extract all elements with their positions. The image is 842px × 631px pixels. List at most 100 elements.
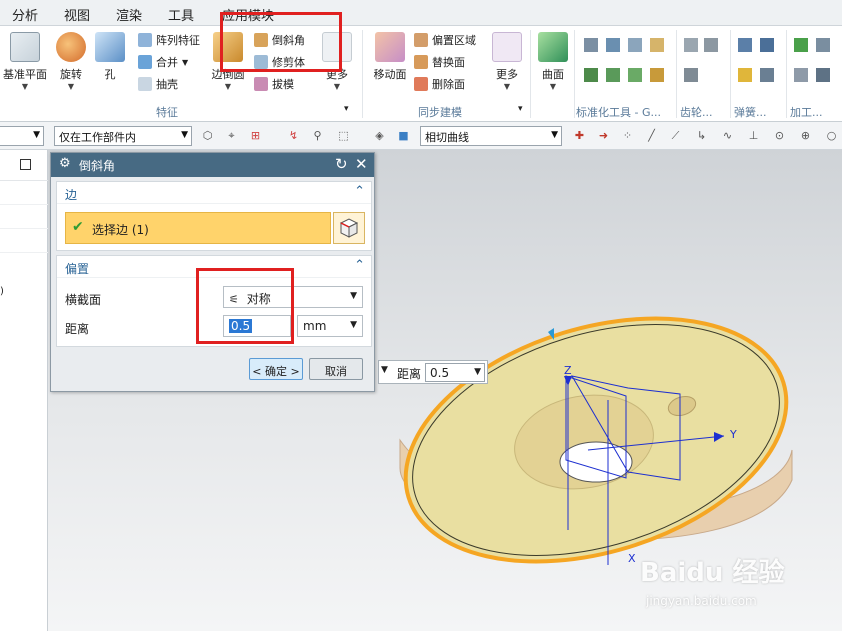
snap-icon[interactable]: ⊞ [248,128,263,143]
highlight-chamfer-button [220,12,342,72]
circle-icon[interactable]: ⊕ [798,128,813,143]
tool-icon[interactable] [606,68,620,82]
machining-icon[interactable] [816,38,830,52]
offset-region-icon [414,33,428,47]
cancel-button[interactable]: 取消 [309,358,363,380]
tool-icon[interactable] [650,68,664,82]
chevron-down-icon[interactable]: ▼ [381,365,388,375]
selection-toolbar: ▼ 仅在工作部件内 ▼ ⬡ ⌖ ⊞ ↯ ⚲ ⬚ ◈ ■ 相切曲线 ▼ ✚ ➜ ⁘… [0,122,842,150]
spring-icon[interactable] [738,68,752,82]
curve-rule-dropdown[interactable]: 相切曲线 ▼ [420,126,562,146]
floating-distance-label: 距离 [397,367,422,381]
shell-button[interactable]: 抽壳 [138,76,178,92]
group-divider [574,30,575,118]
move-face-button[interactable]: 移动面 [368,32,412,82]
machining-tools-icons[interactable] [794,38,838,88]
tool-icon[interactable] [584,38,598,52]
box-select-icon[interactable]: ⬚ [336,128,351,143]
spring-tools-icons[interactable] [738,38,778,88]
menu-tools[interactable]: 工具 [168,5,194,24]
more-sync-icon [492,32,522,62]
ok-button[interactable]: < 确定 > [249,358,303,380]
gear-tools-icons[interactable] [684,38,724,88]
menu-render[interactable]: 渲染 [116,5,142,24]
arc-icon[interactable]: ⊥ [746,128,761,143]
circle-center-icon[interactable]: ⊙ [772,128,787,143]
tool-icon[interactable] [606,38,620,52]
chevron-down-icon: ▼ [350,320,357,330]
draft-button[interactable]: 拔模 [254,76,294,92]
ribbon: 基准平面 ▼ 旋转 ▼ 孔 阵列特征 合并 ▼ 抽壳 边倒圆 ▼ 倒斜角 修剪体… [0,26,842,122]
distance-label: 距离 [65,322,90,336]
delete-face-button[interactable]: 删除面 [414,76,465,92]
select-edge-button[interactable] [333,212,365,244]
spring-icon[interactable] [738,38,752,52]
gear-icon[interactable] [704,38,718,52]
line-icon[interactable]: ╱ [644,128,659,143]
snap-icon[interactable]: ⬡ [200,128,215,143]
close-icon[interactable]: ✕ [355,155,368,173]
machining-icon[interactable] [816,68,830,82]
group-divider [530,30,531,118]
spline-icon[interactable]: ∿ [720,128,735,143]
spring-icon[interactable] [760,68,774,82]
group-machining-label: 加工... [790,106,823,119]
tool-icon[interactable] [650,38,664,52]
axis-z-label: Z [564,364,572,377]
pattern-feature-button[interactable]: 阵列特征 [138,32,200,48]
filter-dropdown[interactable]: ▼ [0,126,44,146]
surface-button[interactable]: 曲面 ▼ [536,32,570,91]
part-navigator-panel[interactable]: ) [0,150,48,631]
hole-button[interactable]: 孔 [94,32,126,82]
maximize-icon[interactable] [20,159,31,170]
cube-icon[interactable]: ■ [396,128,411,143]
tree-item-fragment[interactable]: ) [0,286,4,297]
arrow-right-icon[interactable]: ➜ [596,128,611,143]
reset-icon[interactable]: ↻ [335,155,348,173]
unite-button[interactable]: 合并 ▼ [138,54,188,70]
chevron-down-icon: ▼ [503,82,511,91]
snap-icon[interactable]: ◈ [372,128,387,143]
datum-plane-icon [10,32,40,62]
group-expand-icon[interactable]: ▾ [518,104,523,114]
chevron-down-icon: ▼ [474,367,481,377]
more-sync-button[interactable]: 更多 ▼ [490,32,524,91]
gear-icon[interactable]: ⚙ [59,156,71,171]
menu-view[interactable]: 视图 [64,5,90,24]
scope-dropdown[interactable]: 仅在工作部件内 ▼ [54,126,192,146]
floating-distance-field[interactable]: 0.5 ▼ [425,363,485,382]
tool-icon[interactable] [628,38,642,52]
offset-region-button[interactable]: 偏置区域 [414,32,476,48]
floating-distance-input[interactable]: ▼ 距离 0.5 ▼ [378,360,488,384]
unit-dropdown[interactable]: mm ▼ [297,315,363,337]
offset-region-label: 偏置区域 [432,34,476,47]
curve-icon[interactable]: ↳ [694,128,709,143]
gear-icon[interactable] [684,38,698,52]
snap-icon[interactable]: ↯ [286,128,301,143]
snap-icon[interactable]: ⌖ [224,128,239,143]
spring-icon[interactable] [760,38,774,52]
collapse-icon[interactable]: ⌃ [354,184,365,199]
datum-plane-button[interactable]: 基准平面 ▼ [2,32,48,91]
revolve-label: 旋转 [60,68,82,81]
menu-analysis[interactable]: 分析 [12,5,38,24]
standard-tools-icons[interactable] [584,38,674,88]
group-expand-icon[interactable]: ▾ [344,104,349,114]
edge-section-header[interactable]: 边 ⌃ [57,182,371,204]
circle-icon[interactable]: ○ [824,128,839,143]
collapse-icon[interactable]: ⌃ [354,258,365,273]
tool-icon[interactable] [628,68,642,82]
replace-face-button[interactable]: 替换面 [414,54,465,70]
dialog-title-bar[interactable]: ⚙ 倒斜角 ↻ ✕ [51,153,374,177]
machining-icon[interactable] [794,68,808,82]
snap-icon[interactable]: ⁘ [620,128,635,143]
gear-icon[interactable] [684,68,698,82]
through-hole[interactable] [559,441,633,483]
machining-icon[interactable] [794,38,808,52]
tool-icon[interactable] [584,68,598,82]
snap-icon[interactable]: ⚲ [310,128,325,143]
line-icon[interactable]: ⟋ [668,128,683,143]
select-edge-row[interactable]: ✔ 选择边 (1) [65,212,331,244]
revolve-button[interactable]: 旋转 ▼ [54,32,88,91]
snap-icon[interactable]: ✚ [572,128,587,143]
